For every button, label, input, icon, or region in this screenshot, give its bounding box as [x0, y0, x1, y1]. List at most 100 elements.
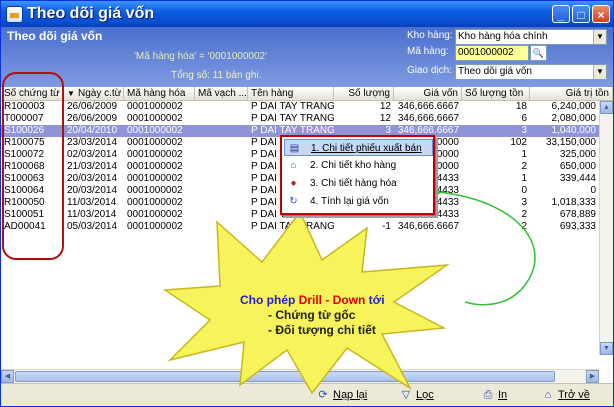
maximize-button[interactable]: □ — [572, 5, 590, 23]
barcode-cell — [195, 197, 248, 209]
item-code-cell: 0001000002 — [127, 149, 183, 160]
barcode-cell — [195, 149, 248, 161]
sort-icon: ▼ — [67, 89, 75, 98]
document-icon: ▤ — [289, 143, 300, 154]
cost-cell: 346,666.6667 — [397, 101, 459, 112]
total-count: Tổng số: 11 bản ghi. — [171, 70, 262, 81]
col-header-date[interactable]: ▼ Ngày c.từ — [64, 87, 124, 101]
item-code-input[interactable]: 0001000002 — [455, 45, 529, 61]
barcode-cell — [195, 185, 248, 197]
col-header-quantity[interactable]: Số lượng — [334, 87, 394, 101]
item-code-cell: 0001000002 — [127, 197, 183, 208]
stock-value-cell: 650,000 — [559, 161, 596, 172]
callout-text: Cho phép Drill - Down tới - Chứng từ gốc… — [240, 293, 430, 338]
date-cell: 26/06/2009 — [67, 113, 118, 124]
item-code-cell: 0001000002 — [127, 101, 183, 112]
stock-value-cell: 6,240,000 — [551, 101, 597, 112]
date-cell: 05/03/2014 — [67, 221, 118, 232]
report-header: Theo dõi giá vốn 'Mã hàng hóa' = '000100… — [1, 27, 613, 87]
date-cell: 26/06/2009 — [67, 101, 118, 112]
barcode-cell — [195, 137, 248, 149]
date-cell: 21/03/2014 — [67, 161, 118, 172]
product-icon: ● — [290, 178, 297, 189]
barcode-cell — [195, 161, 248, 173]
scroll-down-icon[interactable]: ▼ — [600, 342, 613, 355]
col-header-cost[interactable]: Giá vốn — [394, 87, 462, 101]
transaction-value: Theo dõi giá vốn — [458, 66, 532, 77]
date-cell: 20/03/2014 — [67, 173, 118, 184]
back-button[interactable]: ⌂ Trở về — [541, 388, 590, 403]
date-cell: 20/03/2014 — [67, 185, 118, 196]
stock-qty-cell: 18 — [515, 101, 527, 112]
item-code-cell: 0001000002 — [127, 113, 183, 124]
item-code-value: 0001000002 — [458, 47, 514, 58]
print-button[interactable]: ⎙ In — [481, 388, 508, 403]
date-cell: 23/03/2014 — [67, 137, 118, 148]
item-code-cell: 0001000002 — [127, 185, 183, 196]
item-code-cell: 0001000002 — [127, 161, 183, 172]
stock-qty-cell: 3 — [521, 125, 527, 136]
cost-cell: 346,666.6667 — [397, 113, 459, 124]
barcode-cell — [195, 101, 248, 113]
warehouse-value: Kho hàng hóa chính — [458, 31, 548, 42]
callout-line-3: - Đối tượng chi tiết — [268, 323, 376, 337]
item-code-cell: 0001000002 — [127, 173, 183, 184]
scroll-left-icon[interactable]: ◀ — [1, 370, 14, 383]
item-code-cell: 0001000002 — [127, 137, 183, 148]
barcode-cell — [195, 113, 248, 125]
item-name-cell: P DAI TAY TRANG — [251, 101, 334, 112]
stock-qty-cell: 1 — [521, 149, 527, 160]
quantity-cell: 12 — [379, 101, 391, 112]
warehouse-icon: ⌂ — [290, 160, 297, 171]
stock-qty-cell: 102 — [510, 137, 527, 148]
stock-qty-cell: 6 — [521, 113, 527, 124]
col-header-barcode[interactable]: Mã vạch ... — [195, 87, 248, 101]
menu-item-product[interactable]: ● 3. Chi tiết hàng hóa — [284, 175, 433, 192]
filter-text: 'Mã hàng hóa' = '0001000002' — [134, 51, 268, 62]
quantity-cell: 12 — [379, 113, 391, 124]
scroll-right-icon[interactable]: ▶ — [586, 370, 599, 383]
chevron-down-icon[interactable]: ▼ — [593, 30, 606, 44]
context-menu[interactable]: ▤ 1. Chi tiết phiếu xuất bán ⌂ 2. Chi ti… — [281, 136, 436, 216]
vertical-scrollbar[interactable]: ▲ ▼ — [599, 101, 613, 355]
col-header-item-code[interactable]: Mã hàng hóa — [124, 87, 195, 101]
callout-line-2: - Chứng từ gốc — [268, 308, 356, 322]
close-button[interactable]: × — [592, 5, 610, 23]
menu-item-warehouse[interactable]: ⌂ 2. Chi tiết kho hàng — [284, 157, 433, 174]
chevron-down-icon[interactable]: ▼ — [593, 65, 606, 79]
callout-line-1: Cho phép Drill - Down tới — [240, 293, 385, 307]
date-cell: 11/03/2014 — [67, 197, 117, 208]
back-icon: ⌂ — [544, 389, 552, 401]
date-cell: 11/03/2014 — [67, 209, 117, 220]
stock-value-cell: 1,040,000 — [551, 125, 597, 136]
transaction-select[interactable]: Theo dõi giá vốn ▼ — [455, 64, 607, 80]
date-cell: 20/04/2010 — [67, 125, 118, 136]
col-header-stock-value[interactable]: Giá trị tồn — [530, 87, 613, 101]
menu-item-recalc-cost[interactable]: ↻ 4. Tính lại giá vốn — [284, 193, 433, 210]
stock-value-cell: 33,150,000 — [545, 137, 596, 148]
transaction-label: Giao dịch: — [407, 65, 453, 76]
warehouse-select[interactable]: Kho hàng hóa chính ▼ — [455, 29, 607, 45]
item-code-cell: 0001000002 — [127, 125, 183, 136]
search-icon[interactable]: 🔍 — [530, 45, 547, 61]
window-title: Theo dõi giá vốn — [27, 5, 155, 22]
app-icon — [6, 6, 23, 23]
item-name-cell: P DAI TAY TRANG — [251, 113, 334, 124]
scroll-up-icon[interactable]: ▲ — [600, 101, 613, 114]
table-row[interactable]: R100003 26/06/2009 0001000002 P DAI TAY TRA… — [1, 101, 613, 113]
stock-qty-cell: 2 — [521, 161, 527, 172]
callout-connector — [435, 190, 536, 306]
report-title: Theo dõi giá vốn — [7, 29, 103, 43]
stock-value-cell: 325,000 — [559, 149, 596, 160]
warehouse-label: Kho hàng: — [407, 30, 453, 41]
col-header-item-name[interactable]: Tên hàng — [248, 87, 334, 101]
recalculate-icon: ↻ — [289, 196, 298, 207]
menu-item-sales-voucher[interactable]: ▤ 1. Chi tiết phiếu xuất bán — [284, 139, 433, 156]
date-cell: 02/03/2014 — [67, 149, 118, 160]
stock-value-cell: 339,444 — [559, 173, 596, 184]
col-header-stock-qty[interactable]: Số lượng tồn — [462, 87, 530, 101]
minimize-button[interactable]: _ — [552, 5, 570, 23]
title-bar[interactable]: Theo dõi giá vốn _ □ × — [1, 1, 613, 27]
stock-qty-cell: 1 — [521, 173, 527, 184]
table-row[interactable]: T000007 26/06/2009 0001000002 P DAI TAY TRA… — [1, 113, 613, 125]
